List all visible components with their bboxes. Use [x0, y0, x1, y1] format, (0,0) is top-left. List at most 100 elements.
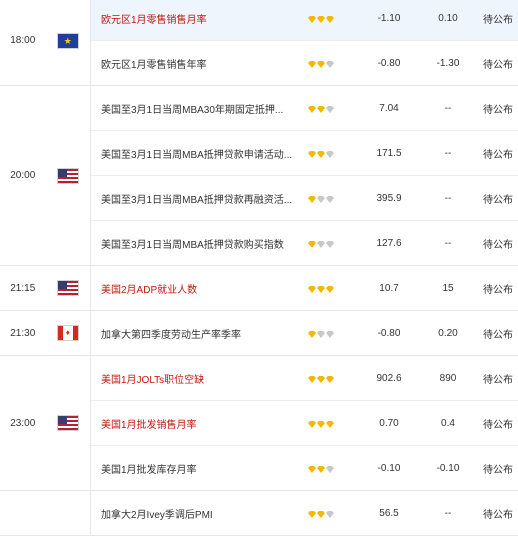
importance-star-filled-icon	[317, 60, 325, 68]
importance-star-filled-icon	[317, 465, 325, 473]
event-row[interactable]: 美国1月批发库存月率 -0.10 -0.10 待公布	[91, 446, 518, 490]
event-row[interactable]: 美国1月批发销售月率 0.70 0.4 待公布	[91, 401, 518, 446]
importance-star-empty-icon	[317, 330, 325, 338]
importance-star-filled-icon	[317, 150, 325, 158]
event-name[interactable]: 欧元区1月零售销售年率	[91, 56, 308, 71]
actual-value: 待公布	[483, 284, 513, 296]
importance-star-filled-icon	[317, 420, 325, 428]
forecast-value: 0.10	[438, 12, 458, 24]
importance-rating	[308, 285, 360, 293]
actual-value: 待公布	[483, 329, 513, 341]
event-row[interactable]: 美国至3月1日当周MBA30年期固定抵押... 7.04 -- 待公布	[91, 86, 518, 131]
event-row[interactable]: 美国至3月1日当周MBA抵押贷款购买指数 127.6 -- 待公布	[91, 221, 518, 265]
previous-value: -0.80	[377, 327, 401, 339]
event-name[interactable]: 美国1月批发库存月率	[91, 461, 308, 476]
importance-star-filled-icon	[308, 105, 316, 113]
actual-value: 待公布	[483, 239, 513, 251]
importance-star-empty-icon	[317, 195, 325, 203]
flag-cell	[46, 491, 91, 535]
event-name[interactable]: 加拿大第四季度劳动生产率季率	[91, 326, 308, 341]
event-name[interactable]: 美国至3月1日当周MBA抵押贷款再融资活...	[91, 191, 308, 206]
forecast-value: -1.30	[436, 57, 460, 69]
importance-star-filled-icon	[308, 375, 316, 383]
previous-value: 902.6	[376, 372, 402, 384]
importance-rating	[308, 195, 360, 203]
time-group: 18:00 欧元区1月零售销售月率 -1.10 0.10 待公布欧元区1月零售销售年率 -…	[0, 0, 518, 86]
event-name[interactable]: 美国1月批发销售月率	[91, 416, 308, 431]
importance-star-filled-icon	[308, 330, 316, 338]
event-row[interactable]: 加拿大2月Ivey季调后PMI 56.5 -- 待公布	[91, 491, 518, 535]
actual-value: 待公布	[483, 14, 513, 26]
importance-rating	[308, 150, 360, 158]
event-row[interactable]: 加拿大第四季度劳动生产率季率 -0.80 0.20 待公布	[91, 311, 518, 355]
importance-star-filled-icon	[317, 15, 325, 23]
event-time: 18:00	[10, 35, 36, 46]
importance-star-empty-icon	[326, 150, 334, 158]
event-name[interactable]: 欧元区1月零售销售月率	[91, 11, 308, 26]
importance-star-filled-icon	[308, 150, 316, 158]
importance-star-filled-icon	[317, 510, 325, 518]
importance-star-filled-icon	[326, 285, 334, 293]
importance-star-filled-icon	[308, 420, 316, 428]
event-row[interactable]: 欧元区1月零售销售年率 -0.80 -1.30 待公布	[91, 41, 518, 85]
previous-value: -0.10	[377, 462, 401, 474]
forecast-value: 890	[439, 372, 457, 384]
importance-rating	[308, 420, 360, 428]
event-row[interactable]: 美国至3月1日当周MBA抵押贷款申请活动... 171.5 -- 待公布	[91, 131, 518, 176]
actual-value: 待公布	[483, 374, 513, 386]
importance-star-filled-icon	[317, 105, 325, 113]
forecast-value: --	[444, 147, 452, 159]
event-time: 21:15	[10, 282, 36, 294]
importance-star-filled-icon	[308, 465, 316, 473]
importance-star-empty-icon	[326, 510, 334, 518]
time-group: 加拿大2月Ivey季调后PMI 56.5 -- 待公布	[0, 491, 518, 536]
actual-value: 待公布	[483, 464, 513, 476]
flag-cell	[46, 0, 91, 85]
event-name[interactable]: 美国1月JOLTs职位空缺	[91, 371, 308, 386]
previous-value: -0.80	[377, 57, 401, 69]
event-row[interactable]: 美国1月JOLTs职位空缺 902.6 890 待公布	[91, 356, 518, 401]
event-name[interactable]: 美国至3月1日当周MBA抵押贷款购买指数	[91, 236, 308, 251]
importance-star-filled-icon	[308, 60, 316, 68]
importance-star-empty-icon	[326, 330, 334, 338]
event-row[interactable]: 美国2月ADP就业人数 10.7 15 待公布	[91, 266, 518, 310]
importance-star-filled-icon	[308, 510, 316, 518]
previous-value: 56.5	[379, 507, 399, 519]
forecast-value: 0.20	[438, 327, 458, 339]
flag-cell	[46, 266, 91, 310]
forecast-value: --	[444, 507, 452, 519]
time-group: 21:15 美国2月ADP就业人数 10.7 15 待公布	[0, 266, 518, 311]
economic-calendar: 18:00欧元区1月零售销售月率-1.100.10待公布欧元区1月零售销售年率-…	[0, 0, 518, 536]
importance-rating	[308, 465, 360, 473]
importance-star-empty-icon	[326, 195, 334, 203]
importance-star-filled-icon	[308, 240, 316, 248]
importance-star-filled-icon	[308, 285, 316, 293]
forecast-value: --	[444, 102, 452, 114]
event-time: 20:00	[10, 170, 36, 181]
importance-rating	[308, 330, 360, 338]
importance-rating	[308, 15, 360, 23]
importance-star-filled-icon	[308, 15, 316, 23]
event-row[interactable]: 美国至3月1日当周MBA抵押贷款再融资活... 395.9 -- 待公布	[91, 176, 518, 221]
importance-rating	[308, 375, 360, 383]
flag-cell	[46, 311, 91, 355]
event-name[interactable]: 美国至3月1日当周MBA30年期固定抵押...	[91, 101, 308, 116]
previous-value: -1.10	[377, 12, 401, 24]
event-name[interactable]: 美国2月ADP就业人数	[91, 281, 308, 296]
importance-star-empty-icon	[326, 240, 334, 248]
time-group: 21:30 加拿大第四季度劳动生产率季率 -0.80 0.20 待公布	[0, 311, 518, 356]
event-name[interactable]: 美国至3月1日当周MBA抵押贷款申请活动...	[91, 146, 308, 161]
importance-rating	[308, 510, 360, 518]
event-time: 23:00	[10, 417, 36, 429]
importance-rating	[308, 105, 360, 113]
event-row[interactable]: 欧元区1月零售销售月率 -1.10 0.10 待公布	[91, 0, 518, 41]
importance-star-empty-icon	[317, 240, 325, 248]
importance-star-empty-icon	[326, 465, 334, 473]
forecast-value: 0.4	[441, 417, 455, 429]
flag-cell	[46, 86, 91, 265]
importance-star-empty-icon	[326, 105, 334, 113]
forecast-value: 15	[442, 282, 454, 294]
ca-flag-icon	[56, 325, 79, 341]
actual-value: 待公布	[483, 194, 513, 206]
event-name[interactable]: 加拿大2月Ivey季调后PMI	[91, 506, 308, 521]
